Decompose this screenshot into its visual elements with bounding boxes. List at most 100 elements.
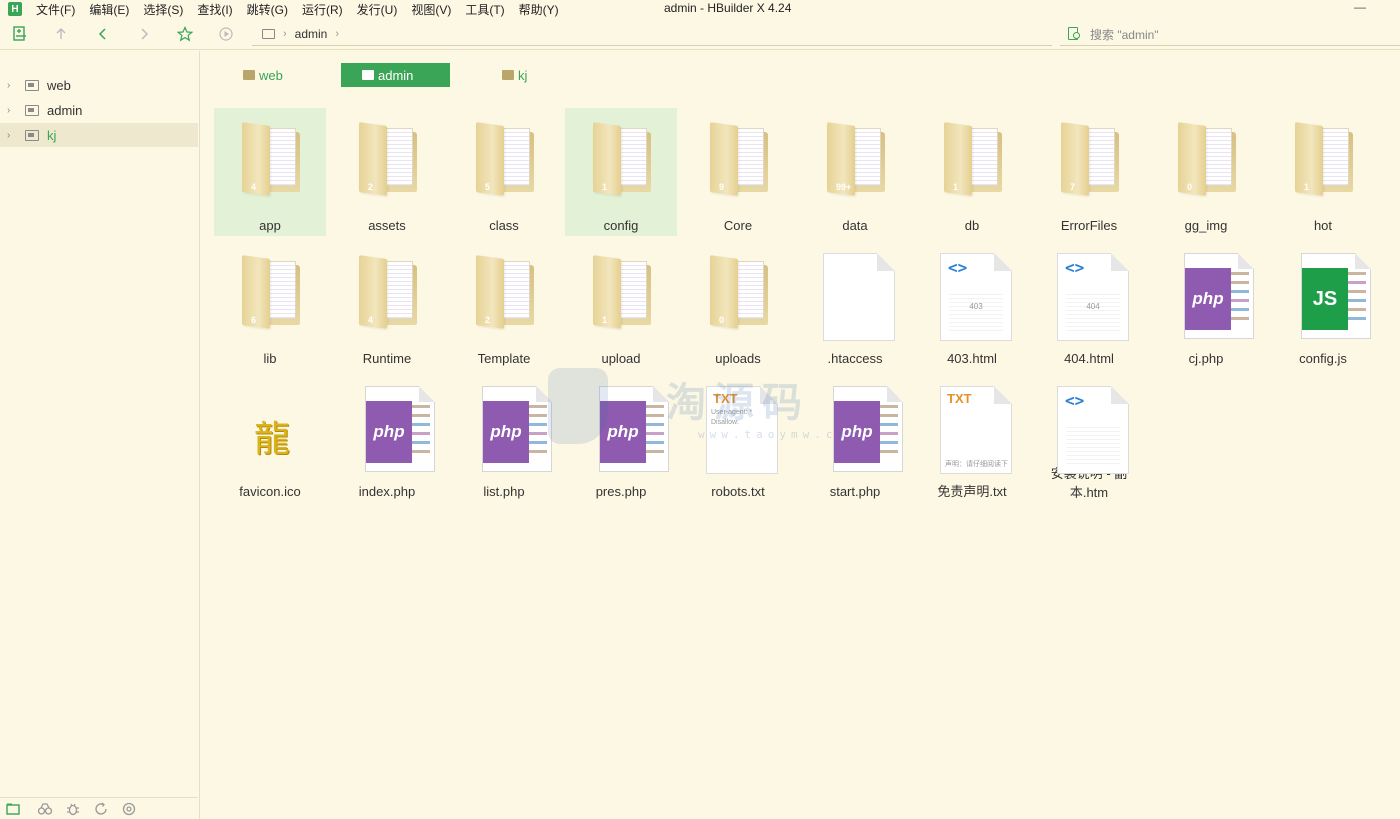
file-item[interactable]: php list.php bbox=[448, 374, 560, 502]
forward-icon[interactable] bbox=[136, 26, 152, 42]
tab-kj[interactable]: kj bbox=[502, 63, 542, 87]
plugin-icon[interactable] bbox=[121, 801, 137, 817]
up-arrow-icon[interactable] bbox=[53, 26, 69, 42]
folder-item-count: 1 bbox=[1304, 182, 1310, 192]
folder-icon: 5 bbox=[464, 118, 544, 214]
project-manager-icon[interactable] bbox=[5, 801, 21, 817]
folder-item-count: 9 bbox=[719, 182, 725, 192]
file-item[interactable]: JS config.js bbox=[1267, 241, 1379, 369]
menu-run[interactable]: 运行(R) bbox=[302, 1, 343, 18]
file-item[interactable]: 1 upload bbox=[565, 241, 677, 369]
file-preview-text: 403 bbox=[969, 302, 983, 311]
bug-icon[interactable] bbox=[65, 801, 81, 817]
menu-edit[interactable]: 编辑(E) bbox=[89, 1, 129, 18]
php-badge: php bbox=[483, 401, 529, 463]
file-item[interactable]: 4 Runtime bbox=[331, 241, 443, 369]
chevron-right-icon[interactable]: › bbox=[7, 80, 17, 91]
php-badge: php bbox=[366, 401, 412, 463]
file-item[interactable]: php cj.php bbox=[1150, 241, 1262, 369]
sidebar-item-kj[interactable]: › kj bbox=[0, 123, 198, 147]
menu-select[interactable]: 选择(S) bbox=[143, 1, 183, 18]
favicon-glyph: 龍 bbox=[253, 419, 290, 460]
file-item[interactable]: TXT 声明：请仔细阅读下 免责声明.txt bbox=[916, 374, 1028, 502]
file-item[interactable]: TXT User-agent: * Disallow: robots.txt bbox=[682, 374, 794, 502]
breadcrumb-separator-icon: › bbox=[283, 28, 287, 40]
file-item[interactable]: <> 404 404.html bbox=[1033, 241, 1145, 369]
file-item[interactable]: 龍 favicon.ico bbox=[214, 374, 326, 502]
menu-file[interactable]: 文件(F) bbox=[36, 1, 75, 18]
file-item[interactable]: .htaccess bbox=[799, 241, 911, 369]
sidebar-footer bbox=[0, 797, 198, 819]
menu-goto[interactable]: 跳转(G) bbox=[247, 1, 288, 18]
file-name: index.php bbox=[358, 484, 416, 499]
play-icon[interactable] bbox=[218, 26, 234, 42]
file-item[interactable]: 6 lib bbox=[214, 241, 326, 369]
sidebar-item-admin[interactable]: › admin bbox=[0, 98, 198, 122]
file-name: Runtime bbox=[362, 351, 412, 366]
file-name: 404.html bbox=[1064, 351, 1114, 366]
tab-label: admin bbox=[378, 67, 414, 83]
folder-icon: 0 bbox=[698, 251, 778, 347]
search-box[interactable]: 搜索 "admin" bbox=[1060, 23, 1400, 46]
menu-publish[interactable]: 发行(U) bbox=[357, 1, 398, 18]
file-item[interactable]: php pres.php bbox=[565, 374, 677, 502]
file-item[interactable]: <>安装说明 - 副本.htm bbox=[1033, 374, 1145, 502]
folder-icon bbox=[25, 104, 39, 116]
folder-icon bbox=[502, 70, 514, 80]
file-item[interactable]: php start.php bbox=[799, 374, 911, 502]
file-item[interactable]: 5 class bbox=[448, 108, 560, 236]
code-glyph: <> bbox=[1065, 391, 1085, 410]
txt-file-icon: TXT 声明：请仔细阅读下 bbox=[932, 384, 1012, 480]
sync-icon[interactable] bbox=[93, 801, 109, 817]
tab-label: web bbox=[259, 67, 283, 83]
folder-icon bbox=[25, 79, 39, 91]
file-item[interactable]: 99+ data bbox=[799, 108, 911, 236]
chevron-right-icon[interactable]: › bbox=[7, 130, 17, 141]
folder-icon: 0 bbox=[1166, 118, 1246, 214]
favicon-icon: 龍 bbox=[230, 384, 310, 480]
tab-web[interactable]: web bbox=[243, 63, 303, 87]
folder-item-count: 2 bbox=[485, 315, 491, 325]
file-item[interactable]: 1 config bbox=[565, 108, 677, 236]
file-item[interactable]: 7 ErrorFiles bbox=[1033, 108, 1145, 236]
file-item[interactable]: <> 403 403.html bbox=[916, 241, 1028, 369]
sidebar-item-web[interactable]: › web bbox=[0, 73, 198, 97]
menu-find[interactable]: 查找(I) bbox=[197, 1, 232, 18]
new-file-icon[interactable] bbox=[12, 26, 28, 42]
folder-icon: 2 bbox=[347, 118, 427, 214]
folder-icon: 7 bbox=[1049, 118, 1129, 214]
binoculars-icon[interactable] bbox=[37, 801, 53, 817]
file-item[interactable]: 1 db bbox=[916, 108, 1028, 236]
file-name: config.js bbox=[1299, 351, 1347, 366]
back-icon[interactable] bbox=[95, 26, 111, 42]
menu-help[interactable]: 帮助(Y) bbox=[519, 1, 559, 18]
file-name: class bbox=[489, 218, 519, 233]
menu-view[interactable]: 视图(V) bbox=[411, 1, 451, 18]
file-name: hot bbox=[1313, 218, 1333, 233]
folder-item-count: 5 bbox=[485, 182, 491, 192]
file-item[interactable]: 2 assets bbox=[331, 108, 443, 236]
file-item[interactable]: 0 uploads bbox=[682, 241, 794, 369]
chevron-right-icon[interactable]: › bbox=[7, 105, 17, 116]
file-item[interactable]: 9 Core bbox=[682, 108, 794, 236]
folder-icon: 6 bbox=[230, 251, 310, 347]
file-name: .htaccess bbox=[827, 351, 883, 366]
htm-file-icon: <> bbox=[1049, 384, 1129, 474]
file-item[interactable]: 2 Template bbox=[448, 241, 560, 369]
address-bar[interactable]: › admin › bbox=[252, 23, 1052, 46]
menu-tools[interactable]: 工具(T) bbox=[465, 1, 504, 18]
star-icon[interactable] bbox=[177, 26, 193, 42]
folder-item-count: 7 bbox=[1070, 182, 1076, 192]
file-item[interactable]: php index.php bbox=[331, 374, 443, 502]
file-item[interactable]: 1 hot bbox=[1267, 108, 1379, 236]
folder-icon: 1 bbox=[581, 251, 661, 347]
file-preview-text: 声明：请仔细阅读下 bbox=[945, 461, 1008, 468]
breadcrumb-item[interactable]: admin bbox=[295, 27, 328, 41]
file-item[interactable]: 4 app bbox=[214, 108, 326, 236]
folder-item-count: 4 bbox=[251, 182, 257, 192]
file-item[interactable]: 0 gg_img bbox=[1150, 108, 1262, 236]
tab-admin[interactable]: admin bbox=[341, 63, 450, 87]
folder-item-count: 1 bbox=[953, 182, 959, 192]
file-name: list.php bbox=[483, 484, 525, 499]
minimize-button[interactable]: — bbox=[1354, 0, 1366, 14]
